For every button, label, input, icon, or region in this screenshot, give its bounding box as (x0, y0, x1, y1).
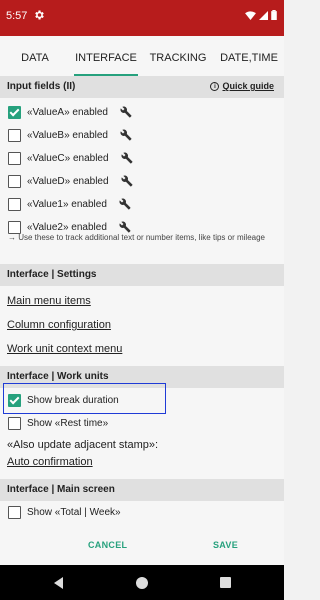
section-title: Interface | Work units (7, 371, 109, 382)
wrench-icon[interactable] (121, 152, 133, 164)
tab-data[interactable]: DATA (0, 36, 70, 76)
tab-interface[interactable]: INTERFACE (70, 36, 142, 76)
checkbox-label: «Value1» enabled (27, 198, 107, 210)
gear-icon (35, 10, 44, 20)
save-button[interactable]: SAVE (213, 540, 238, 550)
section-title: Input fields (II) (7, 81, 76, 92)
checkbox[interactable] (8, 505, 21, 519)
status-bar: 5:57 (0, 0, 284, 36)
signal-icon (259, 10, 268, 20)
link-auto-confirmation[interactable]: Auto confirmation (7, 456, 93, 468)
checkbox-label: «ValueD» enabled (27, 175, 109, 187)
link-work-unit-context-menu[interactable]: Work unit context menu (7, 343, 122, 355)
checkbox-label: Show «Rest time» (27, 417, 109, 429)
wrench-icon[interactable] (120, 106, 132, 118)
wifi-icon (245, 10, 256, 20)
quick-guide-label: Quick guide (222, 81, 274, 91)
cancel-button[interactable]: CANCEL (88, 540, 127, 550)
wrench-icon[interactable] (119, 198, 131, 210)
checkbox-row-valueb[interactable]: «ValueB» enabled (8, 126, 132, 144)
checkbox-label: «Value2» enabled (27, 221, 107, 233)
quick-guide-link[interactable]: i Quick guide (210, 81, 274, 91)
wrench-icon[interactable] (121, 175, 133, 187)
section-title: Interface | Main screen (7, 484, 115, 495)
navigation-bar (0, 565, 284, 600)
checkbox[interactable] (8, 197, 21, 211)
checkbox-row-valuec[interactable]: «ValueC» enabled (8, 149, 133, 167)
dialog-buttons: CANCEL SAVE (0, 530, 284, 565)
status-time: 5:57 (6, 10, 28, 22)
checkbox[interactable] (8, 151, 21, 165)
checkbox-row-valued[interactable]: «ValueD» enabled (8, 172, 133, 190)
checkbox-label: «ValueC» enabled (27, 152, 109, 164)
section-header-settings: Interface | Settings (0, 264, 284, 286)
checkbox[interactable] (8, 105, 21, 119)
link-main-menu-items[interactable]: Main menu items (7, 295, 91, 307)
section-header-main-screen: Interface | Main screen (0, 479, 284, 501)
checkbox-row-show-rest-time[interactable]: Show «Rest time» (8, 414, 108, 432)
battery-icon (271, 10, 277, 20)
tab-tracking[interactable]: TRACKING (142, 36, 214, 76)
recent-apps-icon[interactable] (220, 577, 231, 588)
back-icon[interactable] (54, 577, 63, 589)
checkbox[interactable] (8, 174, 21, 188)
checkbox[interactable] (8, 393, 21, 407)
checkbox[interactable] (8, 416, 21, 430)
checkbox-label: Show «Total | Week» (27, 506, 121, 518)
checkbox-row-value1[interactable]: «Value1» enabled (8, 195, 131, 213)
checkbox-label: Show break duration (27, 394, 119, 406)
checkbox-row-valuea[interactable]: «ValueA» enabled (8, 103, 132, 121)
checkbox-label: «ValueB» enabled (27, 129, 108, 141)
info-icon: i (210, 82, 220, 91)
section-title: Interface | Settings (7, 269, 97, 280)
tab-bar: DATA INTERFACE TRACKING DATE,TIME (0, 36, 284, 76)
input-fields-hint: → Use these to track additional text or … (8, 233, 265, 242)
checkbox[interactable] (8, 128, 21, 142)
home-icon[interactable] (136, 577, 148, 589)
settings-content[interactable]: Input fields (II) i Quick guide «ValueA» … (0, 76, 284, 565)
link-column-configuration[interactable]: Column configuration (7, 319, 111, 331)
section-header-input-fields: Input fields (II) i Quick guide (0, 76, 284, 98)
wrench-icon[interactable] (120, 129, 132, 141)
checkbox-row-show-break-duration[interactable]: Show break duration (8, 391, 119, 409)
tab-date-time[interactable]: DATE,TIME (214, 36, 284, 76)
adjacent-stamp-label: «Also update adjacent stamp»: (7, 439, 159, 451)
checkbox-label: «ValueA» enabled (27, 106, 108, 118)
checkbox-row-show-total-week[interactable]: Show «Total | Week» (8, 503, 121, 521)
